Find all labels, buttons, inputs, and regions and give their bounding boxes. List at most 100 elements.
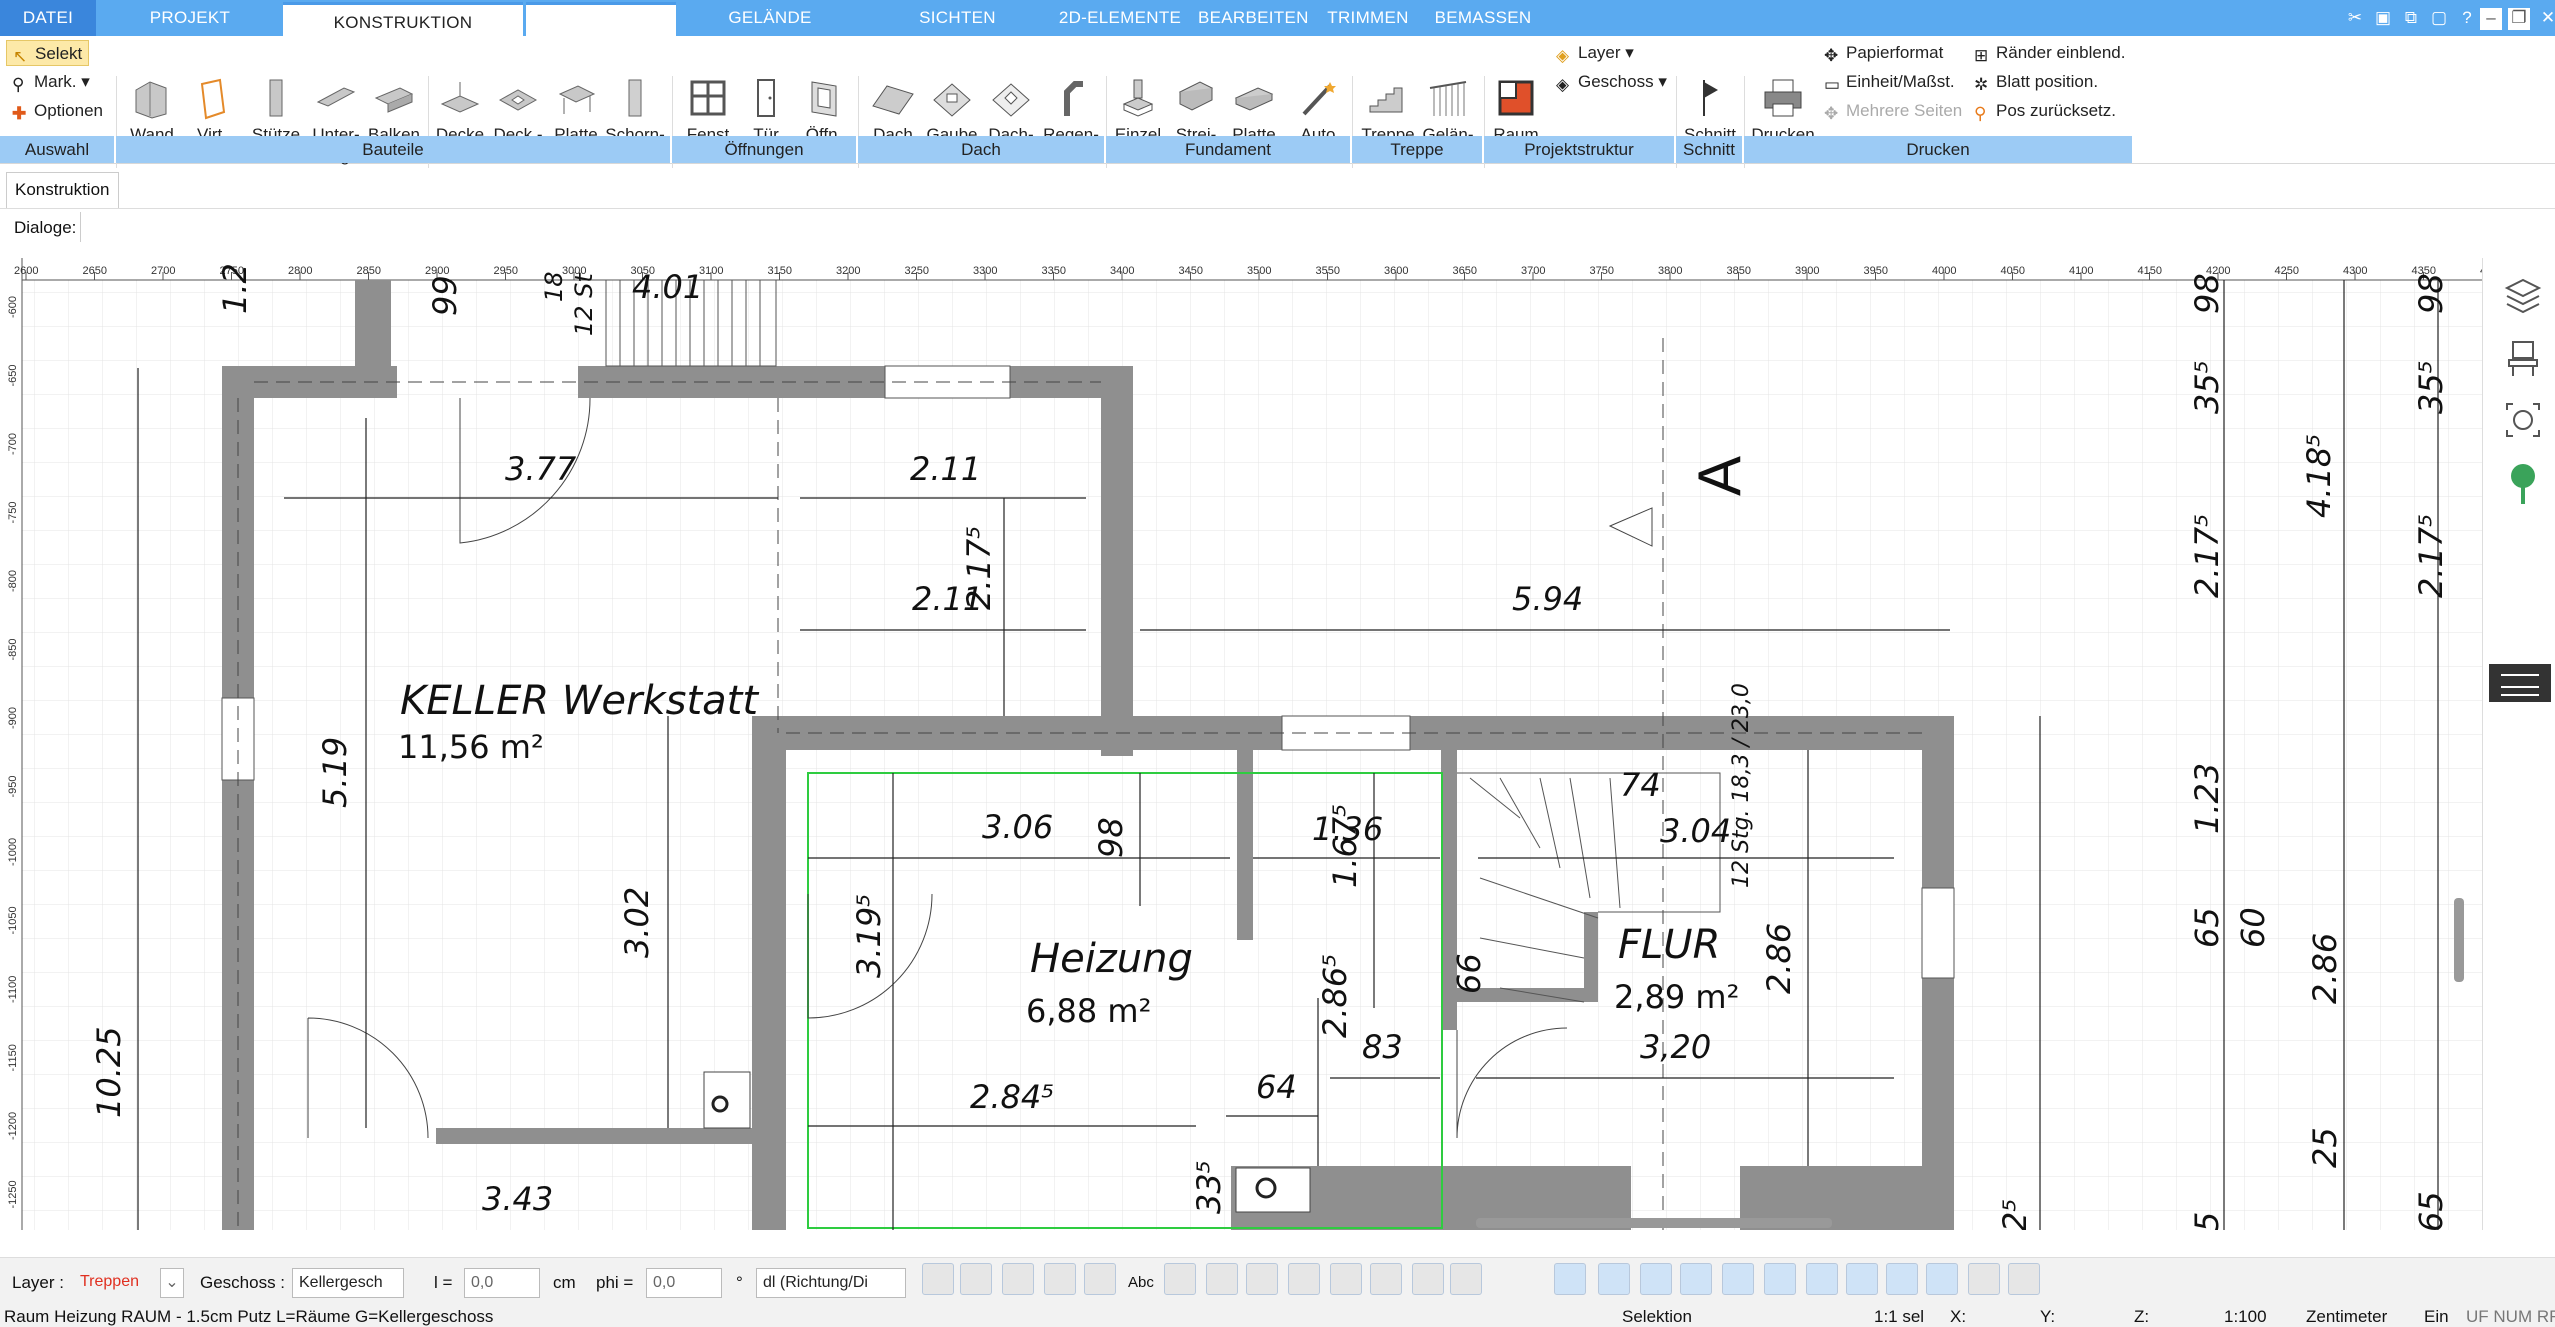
room-name-flur[interactable]: FLUR [1618,922,1720,968]
phi-input[interactable]: 0,0 [646,1268,722,1298]
gaube-button[interactable]: Gaube [922,76,982,145]
select-frame-button[interactable] [1246,1263,1278,1295]
snap-n-button[interactable] [1450,1263,1482,1295]
right-tool-strip [2482,258,2555,1230]
vertical-scrollbar[interactable] [2454,898,2464,982]
layer-dropdown[interactable]: ◈ Layer ▾ [1556,40,1634,66]
fenster-button[interactable]: Fenst [680,76,736,145]
window-d-button[interactable] [1722,1263,1754,1295]
drucken-button[interactable]: Drucken [1748,76,1818,145]
room-name-heizung[interactable]: Heizung [1030,936,1193,982]
magic-wand-icon [1302,82,1336,116]
treppe-button[interactable]: Treppe [1358,76,1418,145]
layers-fill-button[interactable] [1412,1263,1444,1295]
dialoge-label: Dialoge: [14,218,77,237]
dim-text: 5.19 [316,737,354,808]
tree-icon[interactable] [2503,462,2543,506]
stuetze-button[interactable]: Stütze [246,76,306,145]
line-weight-button[interactable] [1002,1263,1034,1295]
grid-toggle-button[interactable] [1554,1263,1586,1295]
hatch-button[interactable] [922,1263,954,1295]
platte-button[interactable]: Platte [546,76,606,145]
copy-button[interactable] [1288,1263,1320,1295]
room-name-keller[interactable]: KELLER Werkstatt [400,678,759,724]
dim-text: 60 [2234,907,2272,948]
dimension-button[interactable] [1164,1263,1196,1295]
optionen-button[interactable]: ✚ Optionen [12,98,103,124]
window-b-button[interactable] [1640,1263,1672,1295]
grid-view-button[interactable] [1926,1263,1958,1295]
chair-icon[interactable] [2503,338,2543,378]
window-a-button[interactable] [1598,1263,1630,1295]
tab-blank[interactable] [526,2,676,36]
window-icon [690,80,726,116]
help-icon[interactable]: ? [2454,5,2480,31]
wave-button[interactable] [1370,1263,1402,1295]
mark-button[interactable]: ⚲ Mark. ▾ [12,69,90,95]
tuer-button[interactable]: Tür [738,76,794,145]
raender-button[interactable]: ⊞ Ränder einblend. [1974,40,2125,66]
wand-button[interactable]: Wand [124,76,180,145]
schnitt-button[interactable]: Schnitt [1680,76,1740,145]
selekt-button[interactable]: ↖ Selekt [6,40,90,66]
blatt-position-button[interactable]: ✲ Blatt position. [1974,69,2098,95]
plus-icon: ✚ [12,104,27,123]
window-f-button[interactable] [1806,1263,1838,1295]
tab-bemassen[interactable]: BEMASSEN [1428,0,1538,36]
snap-x-button[interactable] [1968,1263,2000,1295]
tab-gelaende[interactable]: GELÄNDE [700,0,840,36]
status-y: Y: [2040,1307,2056,1326]
dl-select[interactable]: dl (Richtung/Di [756,1268,906,1298]
auto-button[interactable]: Auto [1290,76,1346,145]
tab-projekt[interactable]: PROJEKT [120,0,260,36]
dim-style-button[interactable] [1084,1263,1116,1295]
dach-button[interactable]: Dach [864,76,922,145]
dim-text: 3.02 [618,887,656,958]
minimize-button[interactable]: – [2480,8,2502,30]
tab-bearbeiten[interactable]: BEARBEITEN [1198,0,1308,36]
horizontal-scrollbar[interactable] [1476,1218,1832,1228]
window-icon[interactable]: ▣ [2370,5,2396,31]
layers-stack-icon[interactable] [2503,276,2543,316]
oeffn-button[interactable]: Öffn. [796,76,852,145]
text-tool-button[interactable]: Abc [1128,1273,1154,1293]
mehrere-seiten-button[interactable]: ✥ Mehrere Seiten [1824,98,1962,124]
pos-zuruecksetzen-button[interactable]: ⚲ Pos zurücksetz. [1974,98,2116,124]
dim-text: 2.86 [1760,923,1798,994]
poly-button[interactable] [1330,1263,1362,1295]
maximize-icon[interactable]: ▢ [2426,5,2452,31]
tab-sichten[interactable]: SICHTEN [890,0,1025,36]
tools-icon[interactable]: ✂ [2342,5,2368,31]
layer-dropdown-arrow[interactable]: ⌄ [160,1268,184,1298]
tab-trimmen[interactable]: TRIMMEN [1318,0,1418,36]
window-g-button[interactable] [1846,1263,1878,1295]
papierformat-button[interactable]: ✥ Papierformat [1824,40,1943,66]
tab-konstruktion[interactable]: KONSTRUKTION [283,2,523,36]
restore-button[interactable]: ❐ [2508,8,2530,30]
geschoss-select[interactable]: Kellergesch [292,1268,404,1298]
geschoss-dropdown[interactable]: ◈ Geschoss ▾ [1556,69,1667,95]
floor-plan[interactable]: 2600 2650 2700 2750 2800 2850 2900 2950 3000 3050… [0,258,2482,1230]
window-e-button[interactable] [1764,1263,1796,1295]
zoom-extents-icon[interactable] [2503,400,2543,440]
close-button[interactable]: ✕ [2535,5,2555,31]
decke-button[interactable]: Decke [430,76,490,145]
frame-button[interactable] [1206,1263,1238,1295]
fill-button[interactable] [960,1263,992,1295]
window-c-button[interactable] [1680,1263,1712,1295]
pointer-pick-button[interactable] [2008,1263,2040,1295]
window-h-button[interactable] [1886,1263,1918,1295]
platte-fundament-button[interactable]: Platte [1224,76,1284,145]
door-icon [757,79,775,117]
tab-2d-elemente[interactable]: 2D-ELEMENTE [1050,0,1190,36]
einheit-button[interactable]: ▭ Einheit/Maßst. [1824,69,1955,95]
balken-button[interactable]: Balken [364,76,424,145]
panel-tab-konstruktion[interactable]: Konstruktion [6,172,119,208]
raum-button[interactable]: Raum [1488,76,1544,145]
cascade-icon[interactable]: ⧉ [2398,5,2424,31]
tab-datei[interactable]: DATEI [0,0,96,36]
menu-toggle-button[interactable] [2489,664,2551,702]
l-input[interactable]: 0,0 [464,1268,540,1298]
line-style-button[interactable] [1044,1263,1076,1295]
drawing-canvas[interactable]: 2600 2650 2700 2750 2800 2850 2900 2950 3000 3050… [0,258,2482,1230]
